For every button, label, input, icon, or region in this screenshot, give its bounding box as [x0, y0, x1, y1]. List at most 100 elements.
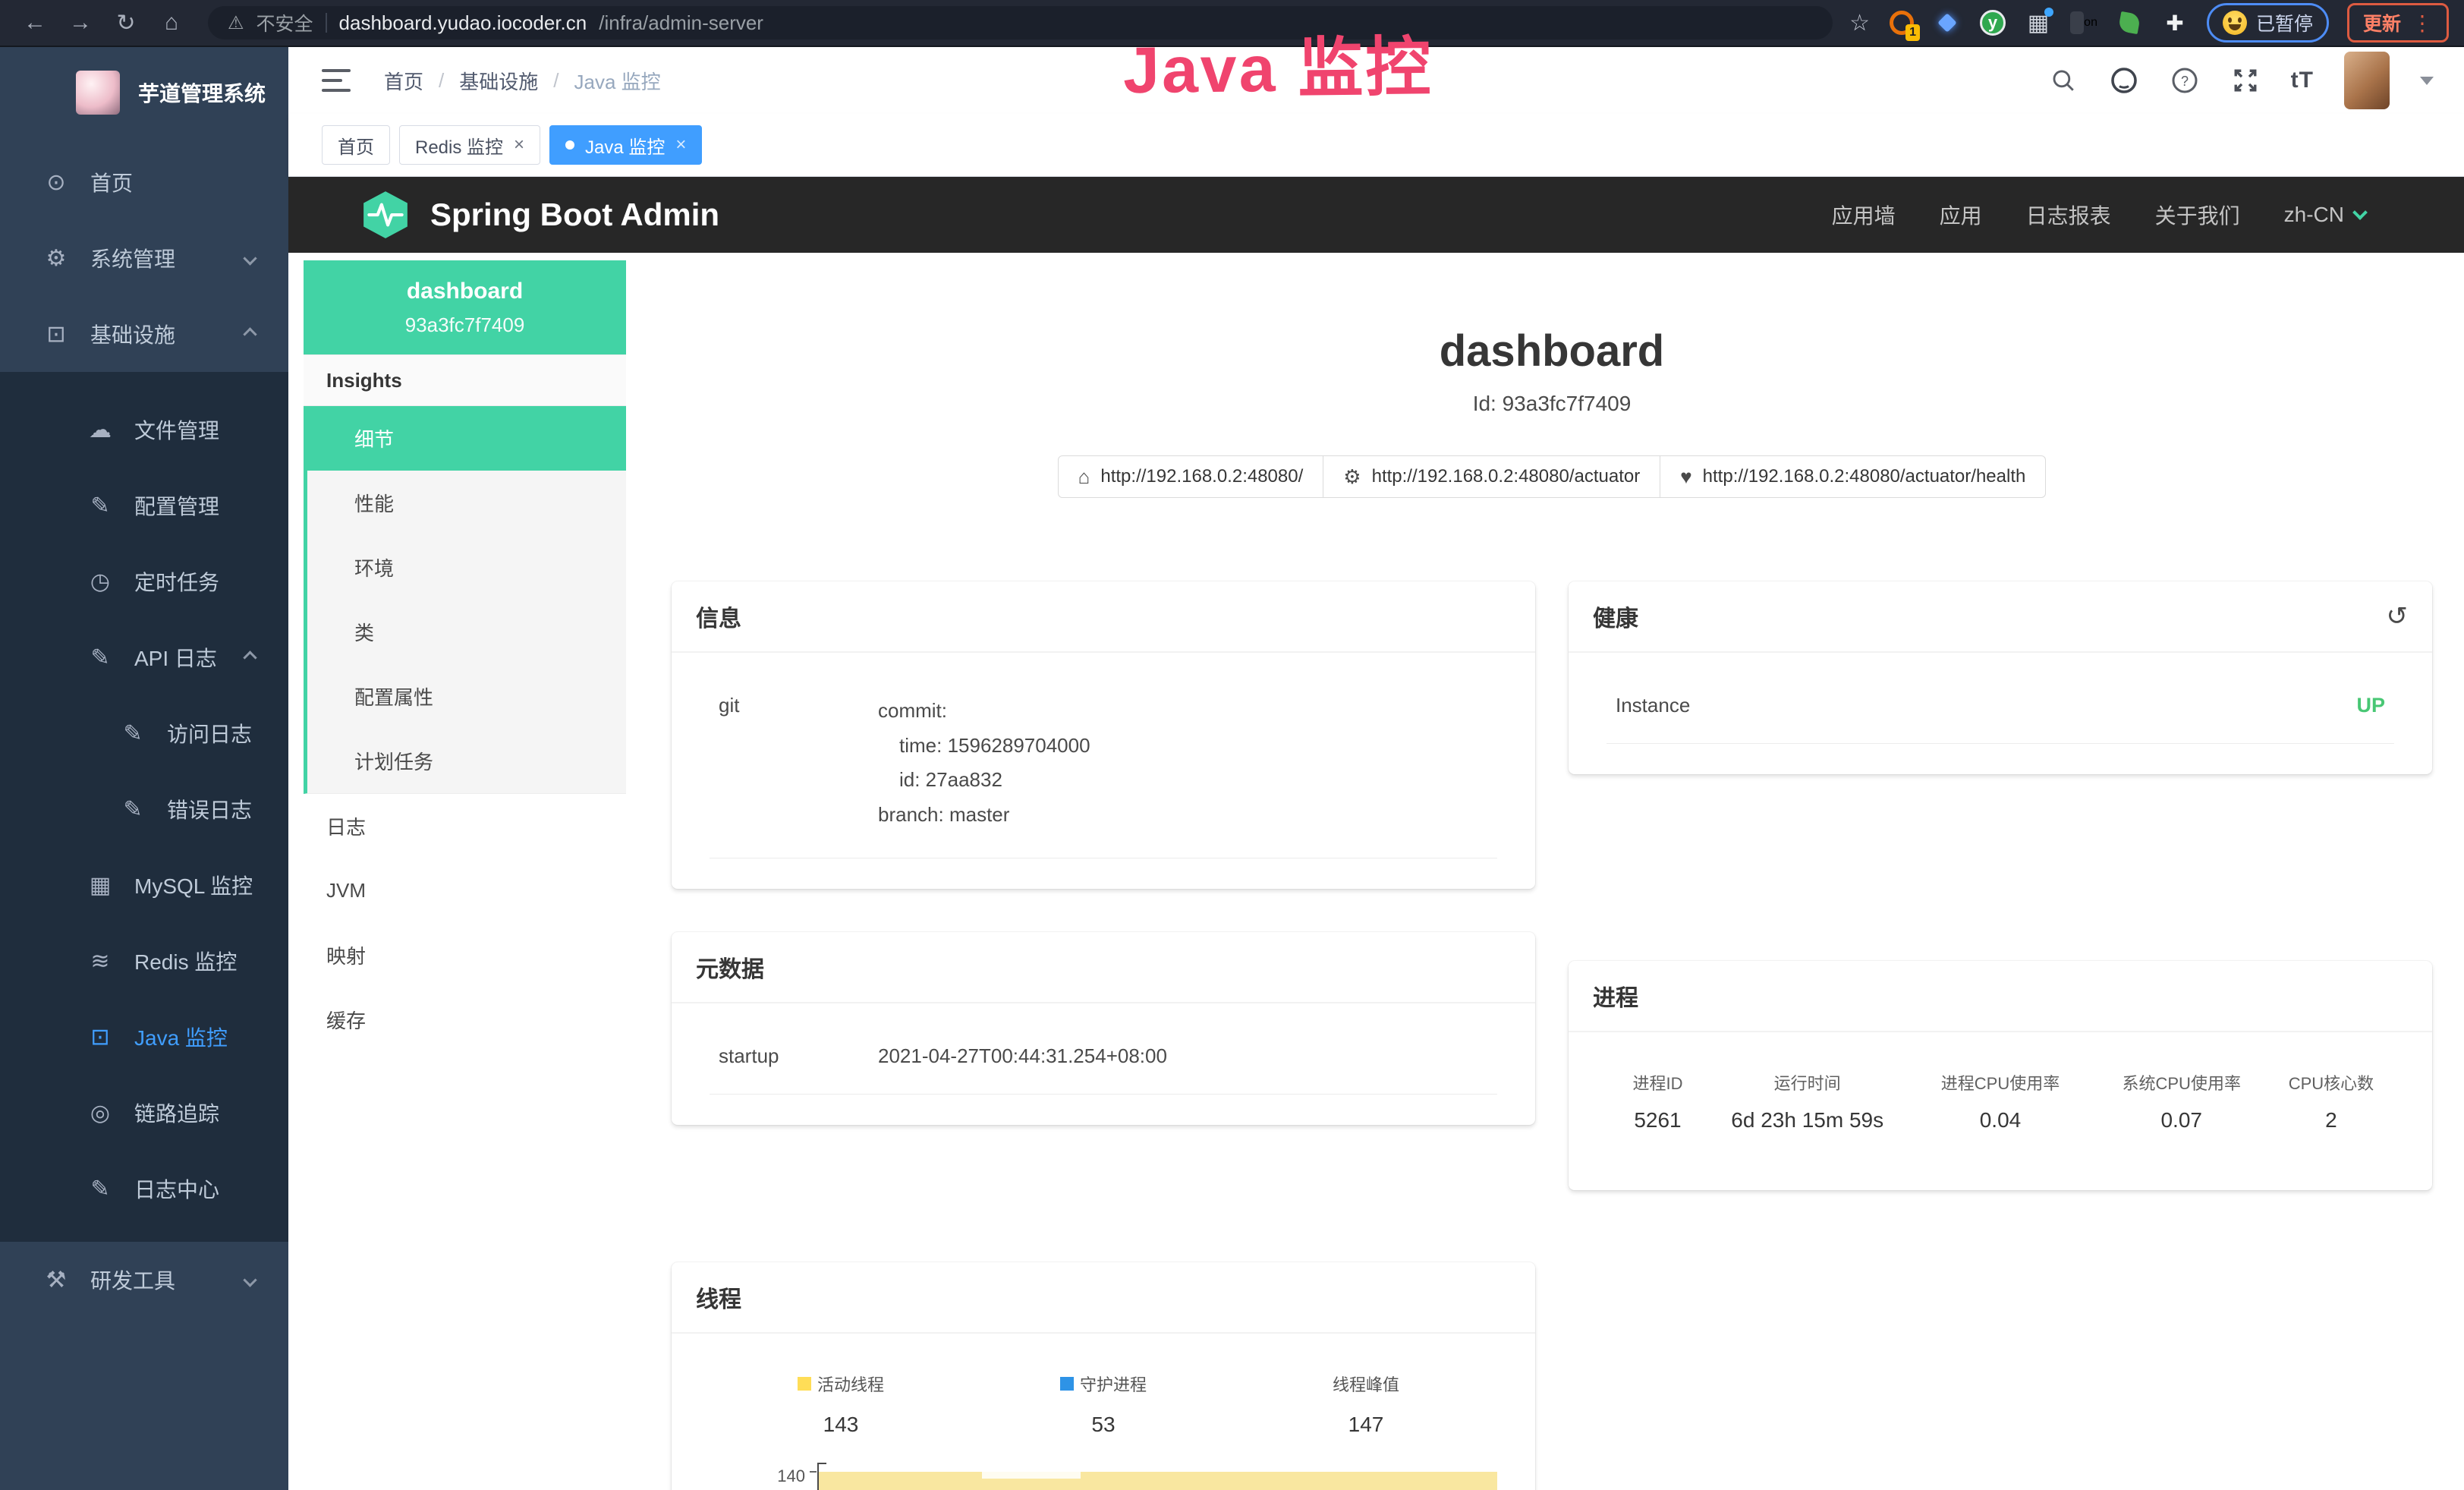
menu-item-classes[interactable]: 类 [307, 600, 626, 664]
close-icon[interactable]: × [514, 134, 524, 156]
threads-card-title: 线程 [696, 1281, 741, 1314]
address-divider [326, 13, 327, 33]
search-icon[interactable] [2048, 65, 2079, 96]
instance-detail: dashboard Id: 93a3fc7f7409 ⌂ http://192.… [626, 253, 2464, 1490]
menu-item-metrics[interactable]: 性能 [307, 471, 626, 535]
warning-icon: ⚠ [228, 12, 244, 34]
breadcrumb-infra[interactable]: 基础设施 [459, 67, 538, 95]
menu-item-details[interactable]: 细节 [304, 406, 626, 471]
github-icon[interactable] [2109, 65, 2139, 96]
user-avatar[interactable] [2344, 52, 2390, 109]
security-label[interactable]: 不安全 [256, 9, 313, 36]
extension-pin-icon[interactable] [1934, 9, 1961, 36]
close-icon[interactable]: × [675, 134, 686, 156]
browser-forward-icon[interactable]: → [61, 10, 100, 36]
instance-id-subtitle: Id: 93a3fc7f7409 [672, 392, 2432, 416]
font-size-icon[interactable]: tT [2291, 68, 2314, 93]
breadcrumb-home[interactable]: 首页 [384, 67, 423, 95]
svg-text:?: ? [2181, 74, 2189, 89]
sidebar-item-java-monitor[interactable]: ⊡ Java 监控 [0, 999, 288, 1075]
address-bar[interactable]: ⚠ 不安全 dashboard.yudao.iocoder.cn/infra/a… [208, 6, 1833, 39]
extension-leaf-icon[interactable] [2116, 9, 2143, 36]
detail-cards: 信息 git commit: time: 1596289704000 id: 2… [672, 581, 2432, 1490]
threads-area-series [819, 1472, 1497, 1490]
extension-grid-icon[interactable]: ▦ [2025, 9, 2052, 36]
edit-icon: ✎ [86, 493, 115, 519]
sba-nav-journal[interactable]: 日志报表 [2026, 200, 2111, 230]
bookmark-star-icon[interactable]: ☆ [1849, 10, 1870, 36]
menu-item-config-props[interactable]: 配置属性 [307, 664, 626, 729]
threads-card: 线程 活动线程 143 守护进程 [672, 1262, 1535, 1490]
url-path: /infra/admin-server [599, 11, 763, 35]
health-url-button[interactable]: ♥ http://192.168.0.2:48080/actuator/heal… [1660, 455, 2046, 498]
menu-section-insights: Insights [304, 354, 626, 406]
history-icon[interactable]: ↺ [2387, 601, 2409, 632]
chevron-down-icon [243, 251, 256, 265]
page: ← → ↻ ⌂ ⚠ 不安全 dashboard.yudao.iocoder.cn… [0, 0, 2464, 1490]
instance-sidebar: dashboard 93a3fc7f7409 Insights 细节 性能 环境… [304, 253, 626, 1490]
sidebar-collapse-icon[interactable] [322, 69, 351, 92]
menu-item-mappings[interactable]: 映射 [304, 923, 626, 988]
sidebar-item-scheduled-task[interactable]: ◷ 定时任务 [0, 543, 288, 619]
sidebar-item-home[interactable]: ⊙ 首页 [0, 144, 288, 220]
chevron-up-icon [243, 327, 256, 341]
sidebar-item-trace[interactable]: ◎ 链路追踪 [0, 1075, 288, 1151]
service-url-button[interactable]: ⌂ http://192.168.0.2:48080/ [1058, 455, 1324, 498]
sidebar-item-redis-monitor[interactable]: ≋ Redis 监控 [0, 923, 288, 999]
menu-item-environment[interactable]: 环境 [307, 535, 626, 600]
sba-brand[interactable]: Spring Boot Admin [360, 190, 719, 240]
sidebar-item-log-center[interactable]: ✎ 日志中心 [0, 1151, 288, 1227]
menu-item-logs[interactable]: 日志 [304, 794, 626, 858]
sidebar-item-error-log[interactable]: ✎ 错误日志 [0, 771, 288, 847]
sba-header: Spring Boot Admin 应用墙 应用 日志报表 关于我们 zh-CN [288, 177, 2464, 253]
actuator-url-button[interactable]: ⚙ http://192.168.0.2:48080/actuator [1323, 455, 1660, 498]
sba-logo-icon [360, 190, 411, 240]
sba-language-select[interactable]: zh-CN [2284, 203, 2365, 227]
tab-java-monitor[interactable]: Java 监控 × [549, 125, 702, 165]
chrome-update-button[interactable]: 更新 ⋮ [2347, 3, 2449, 43]
chevron-up-icon [243, 650, 256, 664]
process-card-title: 进程 [1593, 979, 1638, 1013]
help-icon[interactable]: ? [2170, 65, 2200, 96]
fullscreen-icon[interactable] [2230, 65, 2261, 96]
tab-redis-monitor[interactable]: Redis 监控 × [399, 125, 540, 165]
user-menu-caret-icon[interactable] [2420, 77, 2434, 85]
sidebar-item-config-manage[interactable]: ✎ 配置管理 [0, 468, 288, 543]
menu-item-scheduled-tasks[interactable]: 计划任务 [307, 729, 626, 793]
log-edit-icon: ✎ [86, 1176, 115, 1202]
profile-paused-badge[interactable]: 已暂停 [2207, 3, 2329, 43]
root-menu: 日志 JVM 映射 缓存 [304, 794, 626, 1052]
sidebar-item-infra[interactable]: ⊡ 基础设施 [0, 296, 288, 372]
sidebar-item-file-manage[interactable]: ☁ 文件管理 [0, 392, 288, 468]
app-logo[interactable]: 芋道管理系统 [0, 62, 288, 123]
extensions-puzzle-icon[interactable]: ✚ [2161, 9, 2189, 36]
sidebar-item-api-log[interactable]: ✎ API 日志 [0, 619, 288, 695]
sidebar-item-access-log[interactable]: ✎ 访问日志 [0, 695, 288, 771]
tab-home[interactable]: 首页 [322, 125, 390, 165]
menu-item-jvm[interactable]: JVM [304, 858, 626, 923]
sidebar-infra-submenu: ☁ 文件管理 ✎ 配置管理 ◷ 定时任务 ✎ API 日志 [0, 372, 288, 1242]
sba-nav-about[interactable]: 关于我们 [2155, 200, 2240, 230]
instance-links: ⌂ http://192.168.0.2:48080/ ⚙ http://192… [672, 455, 2432, 498]
extension-refresh-icon[interactable]: 1 [1888, 9, 1915, 36]
browser-reload-icon[interactable]: ↻ [106, 10, 146, 36]
info-git-row: git commit: time: 1596289704000 id: 27aa… [710, 668, 1497, 858]
browser-menu-icon[interactable]: ⋮ [2412, 11, 2433, 36]
eye-icon: ◎ [86, 1100, 115, 1126]
sba-nav: 应用墙 应用 日志报表 关于我们 zh-CN [1832, 200, 2365, 230]
extension-y-icon[interactable]: y [1979, 9, 2006, 36]
metadata-startup-row: startup 2021-04-27T00:44:31.254+08:00 [710, 1019, 1497, 1095]
sidebar-item-system[interactable]: ⚙ 系统管理 [0, 220, 288, 296]
cloud-upload-icon: ☁ [86, 417, 115, 443]
threads-legend: 活动线程 143 守护进程 53 线程峰值 [710, 1349, 1497, 1437]
menu-item-caches[interactable]: 缓存 [304, 988, 626, 1052]
sidebar-item-mysql-monitor[interactable]: ▦ MySQL 监控 [0, 847, 288, 923]
legend-daemon-swatch [1060, 1377, 1074, 1391]
extension-on-icon[interactable]: on [2070, 9, 2097, 36]
sba-nav-applications[interactable]: 应用 [1940, 200, 1982, 230]
sidebar-item-dev-tools[interactable]: ⚒ 研发工具 [0, 1242, 288, 1318]
sba-nav-wallboard[interactable]: 应用墙 [1832, 200, 1896, 230]
browser-back-icon[interactable]: ← [15, 10, 55, 36]
browser-home-icon[interactable]: ⌂ [152, 10, 191, 36]
home-icon: ⌂ [1078, 465, 1090, 489]
